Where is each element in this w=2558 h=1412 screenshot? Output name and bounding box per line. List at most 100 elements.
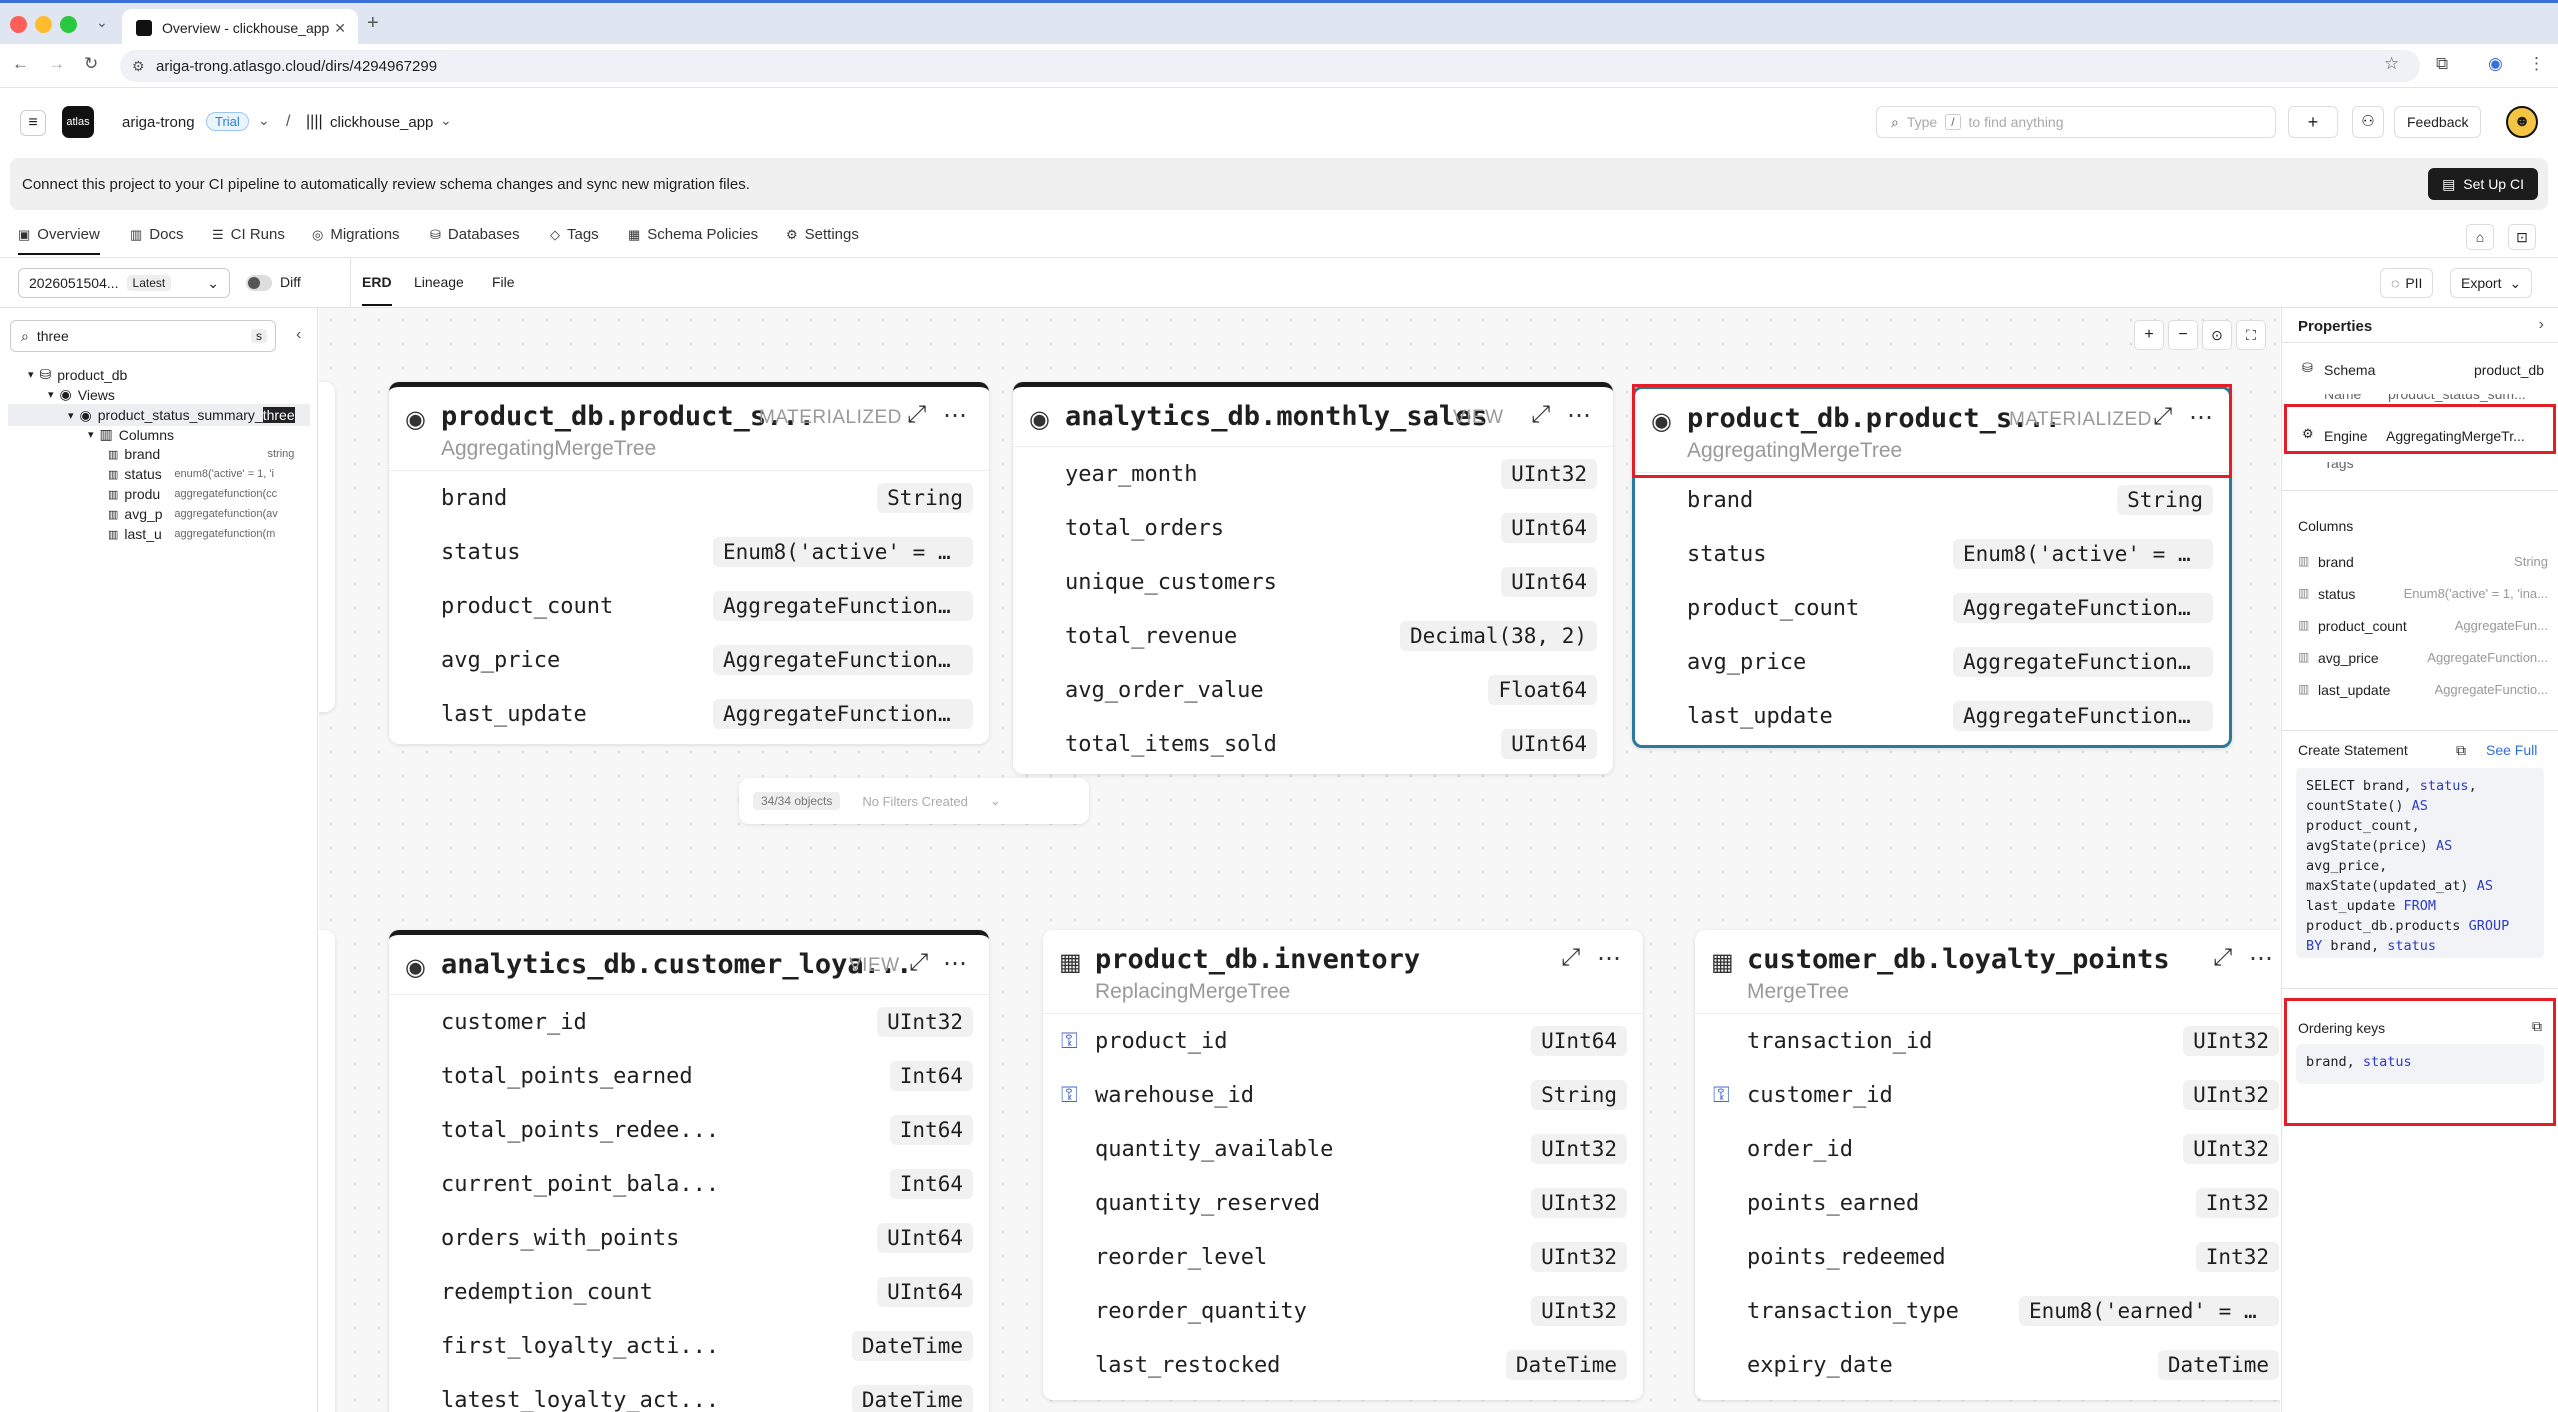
column-row[interactable]: latest_loyalty_act... DateTime bbox=[389, 1373, 989, 1412]
column-row[interactable]: status Enum8('active' = ... bbox=[389, 525, 989, 579]
browser-menu-icon[interactable]: ⋮ bbox=[2528, 54, 2545, 74]
url-field[interactable]: ⚙ ariga-trong.atlasgo.cloud/dirs/4294967… bbox=[120, 50, 2420, 82]
zoom-in-icon[interactable]: + bbox=[2134, 320, 2164, 350]
user-avatar[interactable]: ☻ bbox=[2506, 106, 2538, 138]
tree-column-item[interactable]: ▥ last_u aggregatefunction(m bbox=[108, 526, 298, 542]
reload-icon[interactable]: ↻ bbox=[84, 54, 98, 74]
tab-migrations[interactable]: ◎ Migrations bbox=[312, 226, 400, 243]
column-row[interactable]: points_earned Int32 bbox=[1695, 1176, 2280, 1230]
forward-icon[interactable]: → bbox=[48, 54, 65, 74]
tree-columns-node[interactable]: ▾ ▥ Columns bbox=[88, 426, 174, 443]
column-row[interactable]: total_points_earned Int64 bbox=[389, 1049, 989, 1103]
filter-chevron-down-icon[interactable]: ⌄ bbox=[990, 793, 1001, 809]
export-button[interactable]: Export ⌄ bbox=[2450, 268, 2533, 298]
menu-icon[interactable]: ≡ bbox=[20, 110, 46, 136]
tree-view-node[interactable]: ▾ ◉ product_status_summary_ three bbox=[8, 404, 310, 426]
erd-canvas[interactable]: ◉ product_db.product_s... MATERIALIZED A… bbox=[319, 308, 2280, 1412]
invite-user-icon[interactable]: ⚇ bbox=[2352, 106, 2384, 138]
column-row[interactable]: total_orders UInt64 bbox=[1013, 501, 1613, 555]
table-card[interactable]: ▦ product_db.inventory ReplacingMergeTre… bbox=[1043, 930, 1643, 1400]
column-row[interactable]: product_count AggregateFunction... bbox=[389, 579, 989, 633]
tab-databases[interactable]: ⛁ Databases bbox=[430, 226, 520, 243]
column-row[interactable]: unique_customers UInt64 bbox=[1013, 555, 1613, 609]
column-row[interactable]: total_points_redee... Int64 bbox=[389, 1103, 989, 1157]
tab-overview[interactable]: ▣ Overview bbox=[18, 226, 100, 255]
column-row[interactable]: product_count AggregateFunction... bbox=[1635, 581, 2229, 635]
see-full-link[interactable]: See Full bbox=[2486, 742, 2537, 758]
more-options-icon[interactable]: ⋯ bbox=[1567, 401, 1591, 430]
column-row[interactable]: year_month UInt32 bbox=[1013, 447, 1613, 501]
version-select[interactable]: 2026051504... Latest ⌄ bbox=[18, 268, 230, 298]
project-name[interactable]: clickhouse_app bbox=[330, 114, 433, 131]
tree-search-input[interactable]: ⌕ three s bbox=[10, 320, 276, 352]
column-row[interactable]: avg_order_value Float64 bbox=[1013, 663, 1613, 717]
org-chevron-down-icon[interactable]: ⌄ bbox=[258, 112, 270, 129]
column-row[interactable]: orders_with_points UInt64 bbox=[389, 1211, 989, 1265]
expand-icon[interactable]: ⤢ bbox=[1561, 944, 1580, 972]
table-card[interactable]: ◉ product_db.product_s... MATERIALIZED A… bbox=[389, 382, 989, 744]
close-tab-icon[interactable]: ✕ bbox=[334, 20, 346, 37]
tree-db-node[interactable]: ▾ ⛁ product_db bbox=[28, 366, 127, 383]
column-row[interactable]: reorder_level UInt32 bbox=[1043, 1230, 1643, 1284]
maximize-window-icon[interactable] bbox=[60, 16, 77, 33]
column-row[interactable]: transaction_type Enum8('earned' = ... bbox=[1695, 1284, 2280, 1338]
terminal-icon[interactable]: ⊡ bbox=[2508, 224, 2536, 250]
table-card[interactable]: ◉ analytics_db.customer_loya... VIEW ⤢ ⋯… bbox=[389, 930, 989, 1412]
column-row[interactable]: status Enum8('active' = ... bbox=[1635, 527, 2229, 581]
org-name[interactable]: ariga-trong bbox=[122, 114, 195, 131]
column-row[interactable]: redemption_count UInt64 bbox=[389, 1265, 989, 1319]
table-card[interactable]: ▦ customer_db.loyalty_points MergeTree ⤢… bbox=[1695, 930, 2280, 1400]
column-row[interactable]: first_loyalty_acti... DateTime bbox=[389, 1319, 989, 1373]
pii-button[interactable]: ◌ PII bbox=[2380, 268, 2434, 298]
column-row[interactable]: total_items_sold UInt64 bbox=[1013, 717, 1613, 771]
bookmark-star-icon[interactable]: ☆ bbox=[2384, 54, 2399, 74]
copy-icon[interactable]: ⧉ bbox=[2456, 742, 2466, 759]
extensions-icon[interactable]: ⧉ bbox=[2436, 54, 2448, 74]
filter-bar[interactable]: 34/34 objects No Filters Created ⌄ bbox=[739, 778, 1089, 824]
project-chevron-down-icon[interactable]: ⌄ bbox=[440, 112, 452, 129]
tree-column-item[interactable]: ▥ status enum8('active' = 1, 'i bbox=[108, 466, 298, 482]
column-row[interactable]: last_update AggregateFunction... bbox=[389, 687, 989, 741]
tab-ci-runs[interactable]: ☰ CI Runs bbox=[212, 226, 285, 243]
more-options-icon[interactable]: ⋯ bbox=[1597, 944, 1621, 973]
browser-tab[interactable]: Overview - clickhouse_app ✕ bbox=[122, 9, 358, 47]
feedback-button[interactable]: Feedback bbox=[2394, 106, 2482, 138]
tab-list-icon[interactable]: ⌄ bbox=[96, 14, 108, 31]
column-row[interactable]: transaction_id UInt32 bbox=[1695, 1014, 2280, 1068]
more-options-icon[interactable]: ⋯ bbox=[943, 949, 967, 978]
more-options-icon[interactable]: ⋯ bbox=[2249, 944, 2273, 973]
property-column-item[interactable]: ▥ product_count AggregateFun... bbox=[2298, 618, 2548, 640]
setup-ci-button[interactable]: ▤ Set Up CI bbox=[2428, 168, 2538, 200]
column-row[interactable]: last_restocked DateTime bbox=[1043, 1338, 1643, 1392]
column-row[interactable]: points_redeemed Int32 bbox=[1695, 1230, 2280, 1284]
tree-column-item[interactable]: ▥ avg_p aggregatefunction(av bbox=[108, 506, 298, 522]
column-row[interactable]: order_id UInt32 bbox=[1695, 1122, 2280, 1176]
property-column-item[interactable]: ▥ last_update AggregateFunctio... bbox=[2298, 682, 2548, 704]
column-row[interactable]: brand String bbox=[1635, 473, 2229, 527]
zoom-out-icon[interactable]: − bbox=[2168, 320, 2198, 350]
new-tab-icon[interactable]: + bbox=[367, 12, 379, 35]
column-row[interactable]: quantity_reserved UInt32 bbox=[1043, 1176, 1643, 1230]
column-row[interactable]: last_update AggregateFunction... bbox=[1635, 689, 2229, 743]
profile-icon[interactable]: ◉ bbox=[2488, 54, 2503, 74]
column-row[interactable]: ⚿ customer_id UInt32 bbox=[1695, 1068, 2280, 1122]
column-row[interactable]: reorder_quantity UInt32 bbox=[1043, 1284, 1643, 1338]
column-row[interactable]: expiry_date DateTime bbox=[1695, 1338, 2280, 1392]
robot-icon[interactable]: ⌂ bbox=[2466, 224, 2494, 250]
property-column-item[interactable]: ▥ brand String bbox=[2298, 554, 2548, 576]
tab-erd[interactable]: ERD bbox=[362, 274, 392, 306]
column-row[interactable]: quantity_available UInt32 bbox=[1043, 1122, 1643, 1176]
column-row[interactable]: avg_price AggregateFunction... bbox=[1635, 635, 2229, 689]
global-search[interactable]: ⌕ Type / to find anything bbox=[1876, 106, 2276, 138]
diff-toggle[interactable] bbox=[246, 275, 272, 291]
offscreen-card[interactable] bbox=[319, 930, 335, 1412]
expand-icon[interactable]: ⤢ bbox=[1531, 401, 1550, 429]
back-icon[interactable]: ← bbox=[12, 54, 29, 74]
property-column-item[interactable]: ▥ status Enum8('active' = 1, 'ina... bbox=[2298, 586, 2548, 608]
more-options-icon[interactable]: ⋯ bbox=[943, 401, 967, 430]
property-column-item[interactable]: ▥ avg_price AggregateFunction... bbox=[2298, 650, 2548, 672]
column-row[interactable]: ⚿ product_id UInt64 bbox=[1043, 1014, 1643, 1068]
tab-docs[interactable]: ▥ Docs bbox=[130, 226, 183, 243]
create-button[interactable]: + bbox=[2288, 106, 2338, 138]
column-row[interactable]: ⚿ warehouse_id String bbox=[1043, 1068, 1643, 1122]
